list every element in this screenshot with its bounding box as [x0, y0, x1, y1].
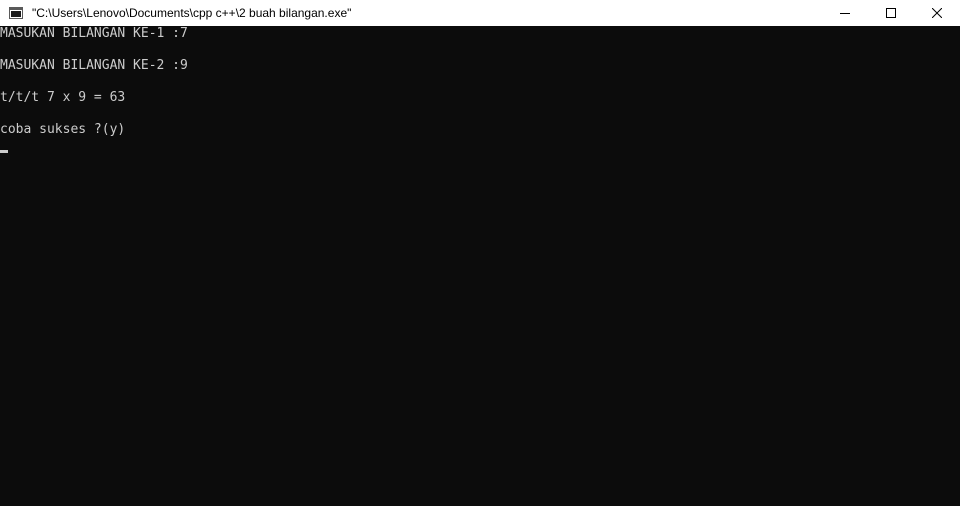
console-output[interactable]: MASUKAN BILANGAN KE-1 :7 MASUKAN BILANGA… [0, 26, 960, 506]
console-line-prompt: coba sukses ?(y) [0, 122, 126, 137]
maximize-button[interactable] [868, 0, 914, 26]
window-controls [822, 0, 960, 26]
minimize-icon [840, 13, 850, 14]
close-icon [932, 8, 942, 18]
window-title: "C:\Users\Lenovo\Documents\cpp c++\2 bua… [32, 6, 352, 20]
console-window: "C:\Users\Lenovo\Documents\cpp c++\2 bua… [0, 0, 960, 506]
console-line-input-1: MASUKAN BILANGAN KE-1 :7 [0, 26, 188, 41]
console-app-icon [8, 5, 24, 21]
console-line-result: t/t/t 7 x 9 = 63 [0, 90, 126, 105]
text-cursor [0, 150, 8, 153]
title-bar[interactable]: "C:\Users\Lenovo\Documents\cpp c++\2 bua… [0, 0, 960, 26]
console-line-input-2: MASUKAN BILANGAN KE-2 :9 [0, 58, 188, 73]
minimize-button[interactable] [822, 0, 868, 26]
maximize-icon [886, 8, 896, 18]
close-button[interactable] [914, 0, 960, 26]
